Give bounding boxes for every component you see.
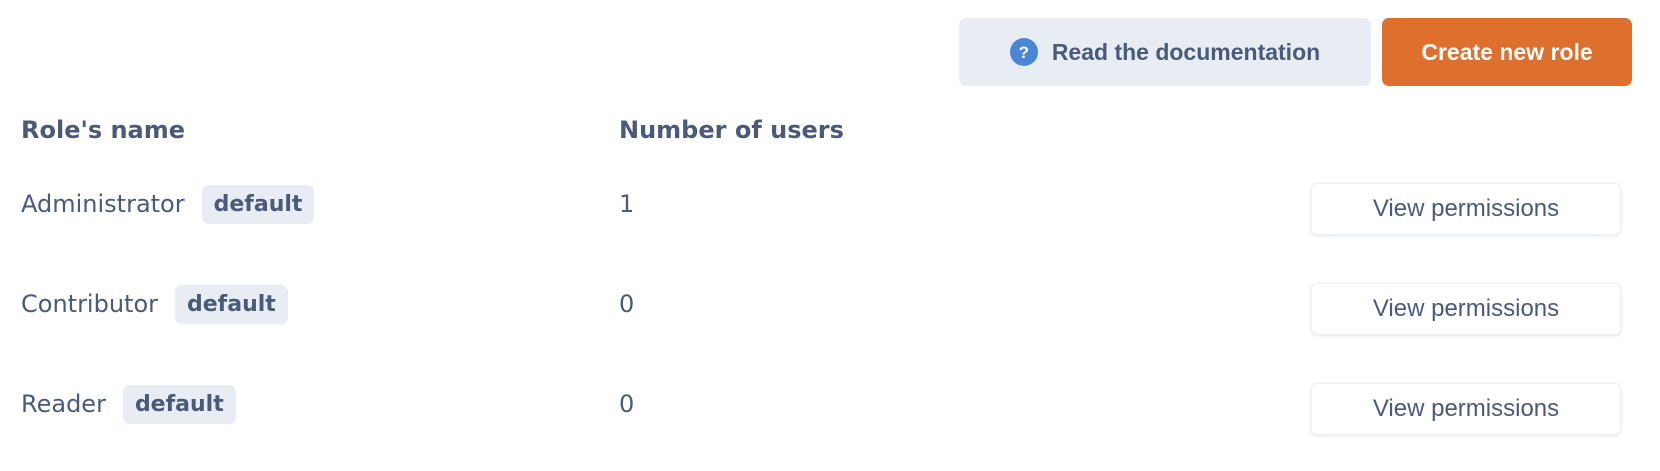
create-new-role-button[interactable]: Create new role xyxy=(1382,18,1632,86)
role-name-cell: Reader default xyxy=(21,354,236,454)
roles-table: Role's name Number of users Administrato… xyxy=(0,108,1660,454)
toolbar: ? Read the documentation Create new role xyxy=(959,18,1632,86)
create-new-role-label: Create new role xyxy=(1421,38,1593,65)
read-documentation-label: Read the documentation xyxy=(1051,38,1321,65)
help-circle-icon: ? xyxy=(1009,38,1038,66)
table-row: Reader default 0 View permissions xyxy=(0,354,1660,454)
roles-page: ? Read the documentation Create new role… xyxy=(0,0,1660,471)
view-permissions-button[interactable]: View permissions xyxy=(1311,283,1621,335)
table-row: Contributor default 0 View permissions xyxy=(0,254,1660,354)
column-header-number-of-users: Number of users xyxy=(619,116,844,144)
role-name-cell: Administrator default xyxy=(21,154,315,254)
table-header: Role's name Number of users xyxy=(0,108,1660,154)
view-permissions-button[interactable]: View permissions xyxy=(1311,383,1621,435)
default-badge: default xyxy=(175,284,288,324)
default-badge: default xyxy=(201,184,315,224)
default-badge: default xyxy=(122,384,236,424)
table-row: Administrator default 1 View permissions xyxy=(0,154,1660,254)
column-header-role-name: Role's name xyxy=(21,116,186,144)
user-count: 1 xyxy=(619,190,635,218)
user-count: 0 xyxy=(619,290,635,318)
view-permissions-button[interactable]: View permissions xyxy=(1311,183,1621,235)
role-name: Administrator xyxy=(21,190,185,218)
role-name-cell: Contributor default xyxy=(21,254,288,354)
role-name: Reader xyxy=(21,390,106,418)
role-name: Contributor xyxy=(21,290,159,318)
user-count: 0 xyxy=(619,390,635,418)
read-documentation-button[interactable]: ? Read the documentation xyxy=(959,18,1371,86)
